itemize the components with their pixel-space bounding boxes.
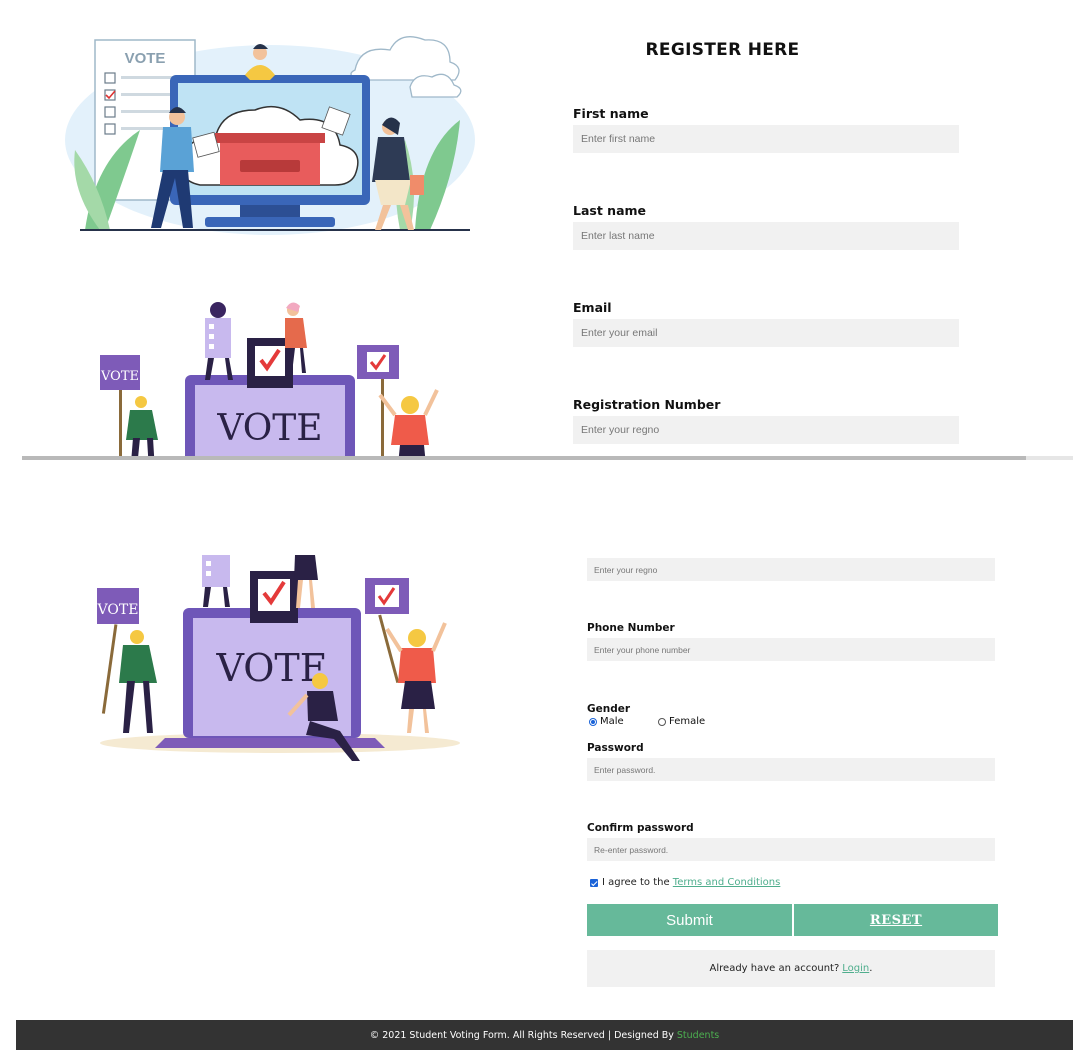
terms-checkbox[interactable] xyxy=(590,879,598,887)
login-link[interactable]: Login xyxy=(842,963,869,974)
last-name-input[interactable] xyxy=(573,222,959,250)
male-radio[interactable] xyxy=(589,717,597,726)
confirm-password-input[interactable] xyxy=(587,838,995,861)
submit-button[interactable]: Submit xyxy=(587,904,792,936)
gender-label: Gender xyxy=(587,703,631,715)
terms-prefix: I agree to the xyxy=(602,877,670,888)
female-radio[interactable] xyxy=(658,717,666,726)
login-prefix: Already have an account? xyxy=(709,963,840,974)
first-name-label: First name xyxy=(573,106,649,121)
laptop-voting-illustration-cropped: VOTE VOTE xyxy=(95,290,455,456)
login-suffix: . xyxy=(869,963,873,974)
left-sign-text-2: VOTE xyxy=(97,602,139,618)
gender-male-option[interactable]: Male xyxy=(589,716,624,727)
password-input[interactable] xyxy=(587,758,995,781)
phone-label: Phone Number xyxy=(587,622,675,634)
female-radio-label: Female xyxy=(669,716,706,727)
email-input[interactable] xyxy=(573,319,959,347)
laptop-voting-illustration: VOTE VOTE xyxy=(97,555,460,761)
regno-label: Registration Number xyxy=(573,397,721,412)
phone-input[interactable] xyxy=(587,638,995,661)
form-title: REGISTER HERE xyxy=(645,40,800,60)
login-prompt: Already have an account? Login . xyxy=(587,950,995,987)
left-sign-text: VOTE xyxy=(100,369,139,384)
laptop-vote-text-2: VOTE xyxy=(215,646,327,690)
password-label: Password xyxy=(587,742,644,754)
regno-input-scrolled[interactable] xyxy=(587,558,995,581)
online-voting-illustration: VOTE xyxy=(65,36,475,235)
male-radio-label: Male xyxy=(600,716,624,727)
email-label: Email xyxy=(573,300,612,315)
vote-paper-label: VOTE xyxy=(125,50,166,67)
scrollbar-divider-tail xyxy=(1026,456,1073,460)
footer-brand-link[interactable]: Students xyxy=(677,1030,719,1041)
confirm-password-label: Confirm password xyxy=(587,822,694,834)
gender-female-option[interactable]: Female xyxy=(658,716,705,727)
footer: © 2021 Student Voting Form. All Rights R… xyxy=(16,1020,1073,1050)
terms-text: I agree to the Terms and Conditions xyxy=(602,877,780,888)
regno-input[interactable] xyxy=(573,416,959,444)
first-name-input[interactable] xyxy=(573,125,959,153)
reset-button[interactable]: RESET xyxy=(794,904,998,936)
terms-link[interactable]: Terms and Conditions xyxy=(673,877,781,888)
scrollbar-divider xyxy=(22,456,1026,460)
last-name-label: Last name xyxy=(573,203,647,218)
footer-text: © 2021 Student Voting Form. All Rights R… xyxy=(369,1029,674,1041)
laptop-vote-text: VOTE xyxy=(216,408,322,449)
